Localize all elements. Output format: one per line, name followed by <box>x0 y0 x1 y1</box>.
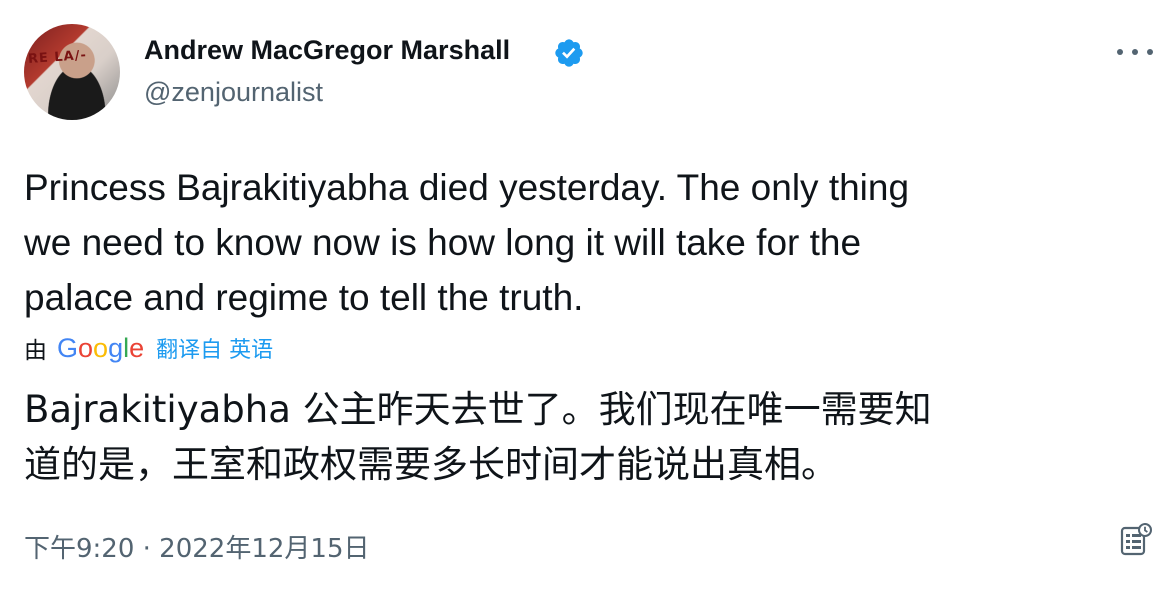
more-dot <box>1132 49 1138 55</box>
translation-by-label: 由 <box>24 338 47 364</box>
google-logo-letter: e <box>129 332 145 363</box>
author-handle[interactable]: @zenjournalist <box>144 77 323 108</box>
google-logo-letter: G <box>57 332 79 363</box>
google-logo-letter: o <box>78 332 94 363</box>
avatar-background-lettering: RE LA/- <box>27 47 88 68</box>
more-dot <box>1117 49 1123 55</box>
avatar[interactable]: RE LA/- <box>24 24 120 120</box>
author-display-name[interactable]: Andrew MacGregor Marshall <box>144 35 510 66</box>
google-logo: Google <box>57 333 144 364</box>
translated-from-link[interactable]: 翻译自 英语 <box>156 332 273 364</box>
verified-badge-icon <box>555 39 583 67</box>
tweet-timestamp[interactable]: 下午9:20 · 2022年12月15日 <box>24 528 370 565</box>
google-logo-letter: o <box>93 332 109 363</box>
tweet-text: Princess Bajrakitiyabha died yesterday. … <box>24 167 910 318</box>
translation-attribution: 由 Google 翻译自 英语 <box>24 332 273 365</box>
google-logo-letter: g <box>108 332 124 363</box>
more-options-icon[interactable] <box>1117 40 1153 64</box>
more-dot <box>1147 49 1153 55</box>
translated-tweet-text: Bajrakitiyabha 公主昨天去世了。我们现在唯一需要知 道的是，王室和… <box>24 388 932 486</box>
tweet-analytics-icon[interactable] <box>1116 520 1156 560</box>
